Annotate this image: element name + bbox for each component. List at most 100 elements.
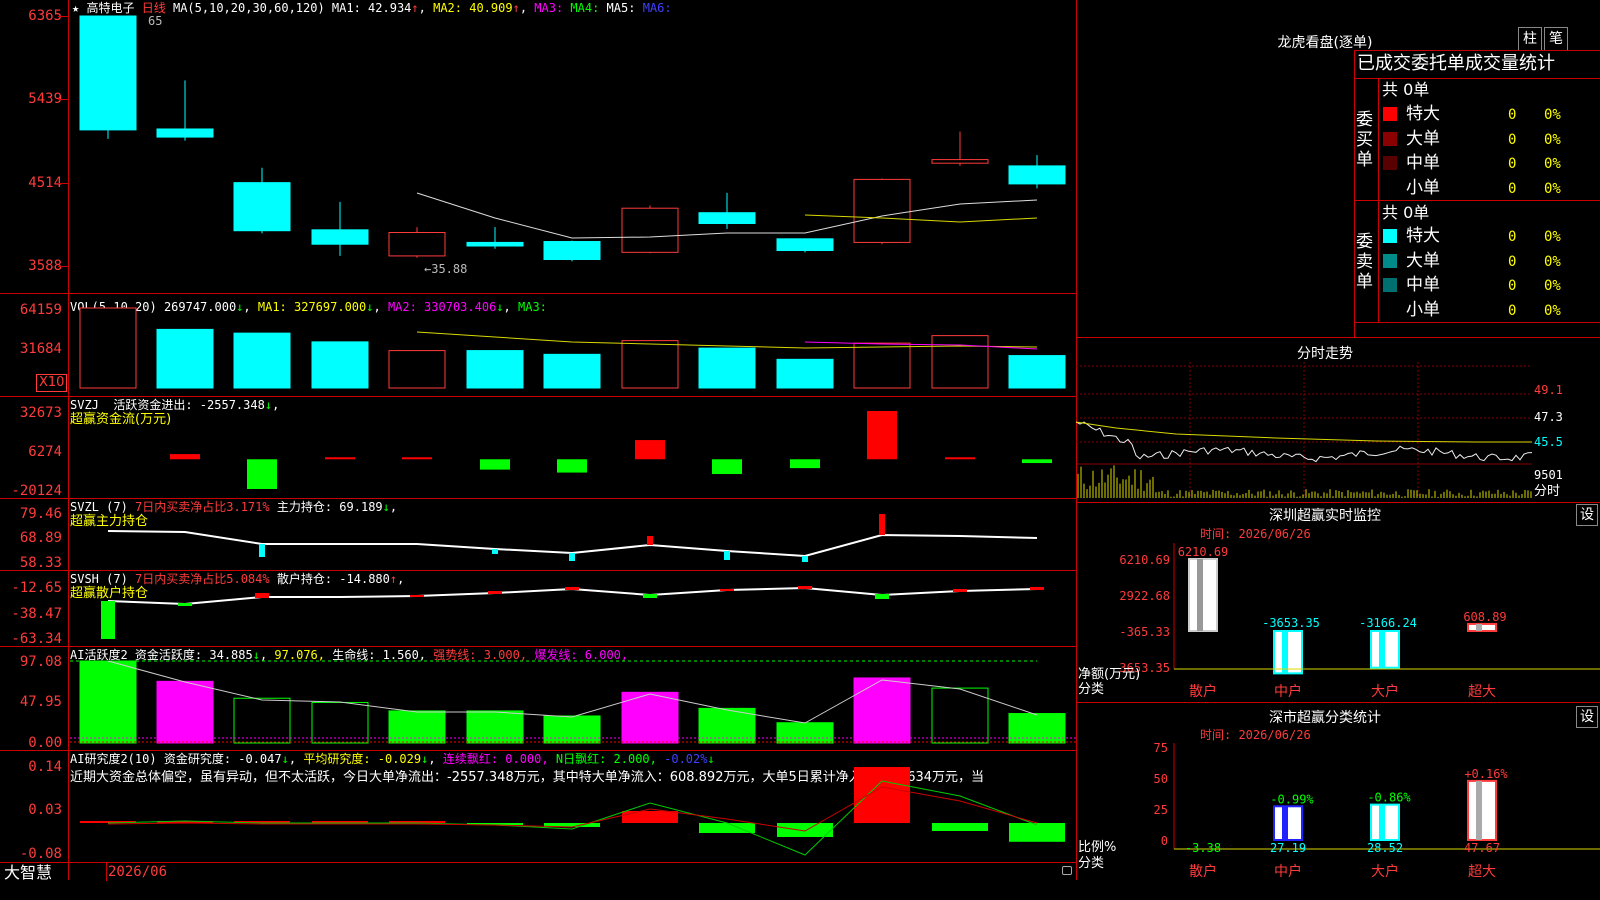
svzj-bar (325, 457, 355, 460)
intraday-vol-label: 9501 (1534, 468, 1563, 482)
stat-bar-shade (1282, 806, 1288, 840)
stat-category: 大户 (1371, 863, 1399, 880)
dragon-header: 已成交委托单成交量统计 (1357, 53, 1555, 74)
candle-body (621, 207, 679, 253)
lock-icon[interactable] (1062, 866, 1072, 875)
svzl-line (107, 530, 1038, 558)
volume-bar (79, 307, 137, 389)
buy-row-name: 大单 (1406, 128, 1440, 149)
monitor-value-label: -3166.24 (1359, 616, 1417, 630)
intraday-title: 分时走势 (1297, 346, 1353, 362)
tick-mode-button[interactable]: 笔 (1544, 27, 1568, 51)
svsh-bar (101, 601, 115, 639)
svzl-bar (724, 551, 730, 560)
kline-candle (543, 240, 601, 262)
monitor-value-label: 6210.69 (1178, 545, 1229, 559)
monitor-y-label: 6210.69 (1119, 553, 1170, 567)
svzl-bar (802, 556, 808, 562)
monitor-bar-shade (1197, 559, 1203, 631)
intraday-chart[interactable] (1075, 362, 1600, 502)
volume-bar (233, 332, 291, 389)
kline-candle (311, 201, 369, 256)
stat-ylabel: 比例% (1078, 840, 1117, 855)
buy-row-name: 中单 (1406, 153, 1440, 173)
footer-date: 2026/06 (108, 864, 168, 880)
stat-category: 超大 (1468, 864, 1496, 880)
svsh-bar (875, 594, 889, 599)
monitor-category: 散户 (1189, 683, 1217, 700)
svsh-bar (1030, 587, 1044, 590)
buy-row-pct: 0% (1544, 107, 1561, 123)
buy-total: 共 0单 (1382, 80, 1430, 99)
sell-row-count: 0 (1508, 278, 1517, 294)
monitor-category: 超大 (1468, 684, 1496, 700)
svzl-bar (492, 549, 498, 554)
monitor-bar-shade (1379, 631, 1385, 668)
kline-candle (388, 227, 446, 258)
svzj-bar (1022, 459, 1052, 464)
stat-value-label: 47.67 (1464, 841, 1500, 855)
stat-chart: 75 50 25 0 -3.38 散户 -0.99% 27.19 中户 -0.86% 28.52 大户… (1154, 741, 1600, 880)
kline-candle (466, 227, 524, 249)
buy-color-swatch (1383, 131, 1397, 146)
monitor-value-label: 608.89 (1463, 610, 1506, 624)
candle-body (79, 15, 137, 131)
kline-chart[interactable] (0, 0, 1076, 293)
volume-bar (156, 328, 214, 389)
svzj-bar (867, 411, 897, 460)
candle-body (388, 232, 446, 257)
volume-bar (776, 358, 834, 389)
bar-mode-button[interactable]: 柱 (1518, 27, 1542, 51)
kline-candle (776, 238, 834, 253)
sell-color-swatch (1383, 253, 1397, 268)
kline-candle (233, 167, 291, 234)
svsh-bar (798, 586, 812, 589)
sep-ai2 (0, 862, 1076, 863)
ai1-bar (776, 722, 834, 744)
svzl-bar (647, 536, 653, 545)
candle-body (233, 182, 291, 232)
monitor-category: 中户 (1274, 683, 1302, 700)
intraday-y-label: 47.3 (1534, 410, 1563, 424)
sell-row-count: 0 (1508, 253, 1517, 270)
buy-row-count: 0 (1508, 156, 1517, 172)
intraday-y-label: 45.5 (1534, 435, 1563, 449)
svzj-chart (170, 411, 1052, 489)
buy-row-name: 特大 (1406, 104, 1440, 124)
svsh-chart (101, 586, 1044, 639)
svzl-bar (879, 514, 885, 535)
sep-right-1 (1076, 337, 1600, 338)
svzj-bar (402, 457, 432, 460)
volume-chart (79, 307, 1066, 389)
ai-activity-chart (70, 660, 1076, 744)
stat-y-label: 75 (1154, 741, 1168, 755)
volume-bar (931, 335, 989, 389)
kline-candle (156, 80, 214, 141)
volume-bar (1008, 355, 1066, 389)
stat-category: 散户 (1189, 863, 1217, 880)
sell-color-swatch (1383, 278, 1397, 292)
stat-xlabel: 分类 (1078, 856, 1105, 871)
kline-candle (853, 178, 911, 245)
ai1-bar (853, 677, 911, 744)
svzl-bar (259, 544, 265, 557)
candle-body (156, 128, 214, 138)
kline-candle (931, 131, 989, 166)
svsh-bar (488, 591, 502, 594)
svzj-bar (712, 459, 742, 475)
svzj-bar (480, 459, 510, 470)
buy-row-pct: 0% (1544, 156, 1561, 172)
candle-body (543, 241, 601, 261)
stat-change-label: -0.99% (1270, 792, 1314, 806)
monitor-category: 大户 (1371, 683, 1399, 700)
stat-y-label: 25 (1154, 803, 1168, 817)
stat-value-label: -3.38 (1185, 841, 1221, 855)
stat-value-label: 27.19 (1270, 841, 1306, 855)
monitor-ylabel: 净额(万元) (1078, 667, 1141, 682)
volume-bar (621, 340, 679, 389)
svsh-line (107, 586, 1038, 606)
sell-total: 共 0单 (1382, 203, 1430, 222)
volume-bar (388, 350, 446, 389)
intraday-vol-unit: 分时 (1534, 484, 1561, 499)
candle-body (776, 238, 834, 252)
